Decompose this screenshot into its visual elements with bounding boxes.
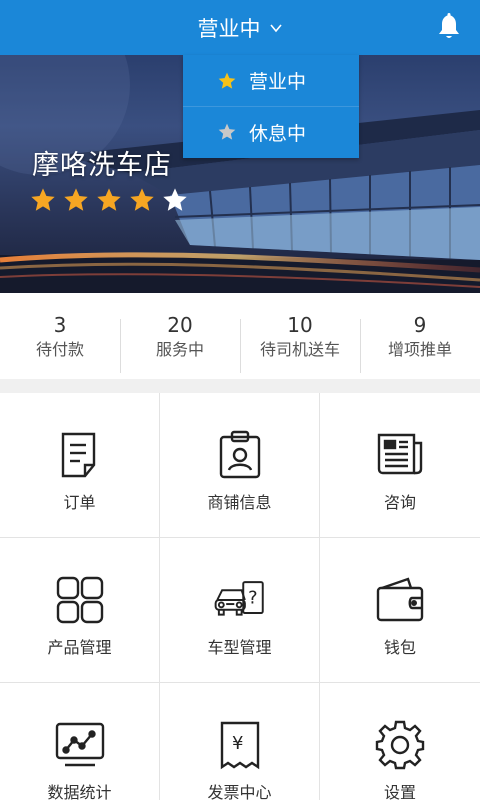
invoice-icon: ¥ bbox=[220, 721, 259, 770]
stat-value: 10 bbox=[287, 313, 313, 337]
star-icon bbox=[130, 188, 154, 211]
shop-name: 摩咯洗车店 bbox=[32, 150, 172, 181]
order-icon bbox=[61, 432, 95, 478]
product-grid-icon bbox=[56, 576, 103, 624]
stat-label: 待付款 bbox=[35, 340, 84, 359]
stat-in-service[interactable]: 20 服务中 bbox=[120, 309, 240, 373]
star-icon bbox=[218, 72, 236, 89]
status-option-rest[interactable]: 休息中 bbox=[183, 106, 359, 157]
chart-icon bbox=[55, 722, 104, 767]
star-icon bbox=[218, 123, 236, 140]
stat-value: 3 bbox=[53, 313, 67, 337]
wallet-icon bbox=[376, 577, 424, 622]
stat-await-driver[interactable]: 10 待司机送车 bbox=[240, 309, 360, 373]
star-icon bbox=[31, 188, 55, 211]
menu-label: 数据统计 bbox=[47, 783, 112, 800]
star-icon bbox=[163, 188, 187, 211]
status-dropdown: 营业中 休息中 bbox=[183, 55, 359, 158]
menu-label: 发票中心 bbox=[207, 783, 272, 800]
menu-statistics[interactable]: 数据统计 bbox=[0, 683, 160, 800]
gear-icon bbox=[375, 720, 425, 770]
status-selector[interactable]: 营业中 bbox=[0, 0, 480, 55]
menu-label: 设置 bbox=[383, 783, 416, 800]
menu-label: 订单 bbox=[63, 493, 96, 512]
menu-shop-info[interactable]: 商铺信息 bbox=[160, 393, 320, 538]
menu-product-management[interactable]: 产品管理 bbox=[0, 538, 160, 683]
status-option-label: 休息中 bbox=[249, 122, 307, 145]
menu-label: 钱包 bbox=[383, 638, 416, 657]
stat-label: 待司机送车 bbox=[259, 340, 340, 359]
stat-pending-payment[interactable]: 3 待付款 bbox=[0, 309, 120, 363]
chevron-down-icon bbox=[269, 23, 282, 32]
menu-invoice-center[interactable]: ¥ 发票中心 bbox=[160, 683, 320, 800]
star-icon bbox=[64, 188, 88, 211]
stat-value: 20 bbox=[167, 313, 193, 337]
menu-orders[interactable]: 订单 bbox=[0, 393, 160, 538]
status-label: 营业中 bbox=[197, 16, 261, 41]
news-icon bbox=[377, 433, 423, 475]
svg-text:¥: ¥ bbox=[232, 733, 243, 754]
menu-consult[interactable]: 咨询 bbox=[320, 393, 480, 538]
top-bar: 营业中 bbox=[0, 0, 480, 55]
star-icon bbox=[97, 188, 121, 211]
bell-icon[interactable] bbox=[436, 13, 462, 41]
menu-settings[interactable]: 设置 bbox=[320, 683, 480, 800]
feature-grid: 订单 商铺信息 咨询 产品管理 ? 车型管理 钱包 数据统计 ¥ 发票中心 设置 bbox=[0, 393, 480, 800]
menu-label: 产品管理 bbox=[47, 638, 112, 657]
order-stats: 3 待付款 20 服务中 10 待司机送车 9 增项推单 bbox=[0, 293, 480, 379]
svg-text:?: ? bbox=[248, 587, 257, 608]
stat-label: 服务中 bbox=[155, 340, 204, 359]
stat-value: 9 bbox=[413, 313, 427, 337]
menu-wallet[interactable]: 钱包 bbox=[320, 538, 480, 683]
shop-rating bbox=[29, 186, 189, 214]
status-option-label: 营业中 bbox=[249, 71, 307, 93]
shop-info-icon bbox=[219, 430, 260, 479]
stat-upsell[interactable]: 9 增项推单 bbox=[360, 309, 480, 373]
menu-label: 商铺信息 bbox=[207, 493, 272, 512]
status-option-open[interactable]: 营业中 bbox=[183, 55, 359, 106]
menu-label: 车型管理 bbox=[207, 638, 272, 657]
stat-label: 增项推单 bbox=[387, 340, 452, 359]
menu-car-model-management[interactable]: ? 车型管理 bbox=[160, 538, 320, 683]
menu-label: 咨询 bbox=[383, 493, 416, 512]
car-model-icon: ? bbox=[214, 581, 264, 616]
